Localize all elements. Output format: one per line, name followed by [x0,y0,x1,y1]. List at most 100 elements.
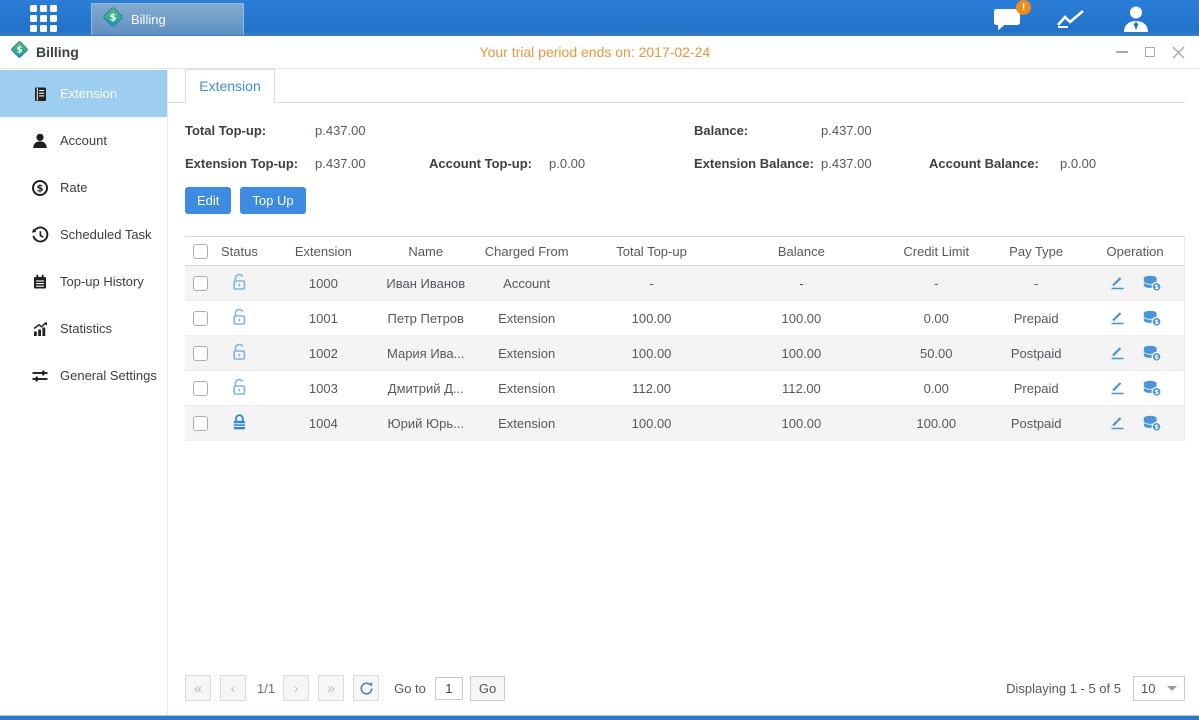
row-checkbox[interactable] [193,346,208,361]
sliders-icon [31,367,49,385]
topup-coins-icon[interactable]: $ [1142,309,1162,327]
cell-pay-type: Postpaid [986,416,1086,431]
cell-extension: 1000 [262,276,385,291]
svg-text:$: $ [1154,388,1159,396]
minimize-icon[interactable] [1115,45,1129,59]
edit-icon[interactable] [1109,309,1126,327]
summary-value: p.0.00 [1060,156,1185,171]
sidebar-item-account[interactable]: Account [0,117,167,164]
row-checkbox[interactable] [193,311,208,326]
maximize-icon[interactable] [1143,45,1157,59]
go-to-input[interactable] [435,677,463,700]
table-row[interactable]: 1003 Дмитрий Д... Extension 112.00 112.0… [185,371,1184,406]
cell-name: Юрий Юрь... [385,416,467,431]
taskbar-tab-billing[interactable]: $ Billing [91,3,244,35]
topup-coins-icon[interactable]: $ [1142,344,1162,362]
page-indicator: 1/1 [257,681,275,696]
window-title: Billing [36,44,79,60]
sidebar-item-extension[interactable]: Extension [0,70,167,117]
next-page-icon[interactable]: › [283,675,309,701]
sidebar-item-rate[interactable]: $ Rate [0,164,167,211]
cell-charged-from: Extension [467,346,587,361]
sidebar-item-label: Scheduled Task [60,227,152,242]
sidebar-item-label: Top-up History [60,274,144,289]
topup-coins-icon[interactable]: $ [1142,414,1162,432]
edit-icon[interactable] [1109,344,1126,362]
summary-value: p.437.00 [821,123,929,138]
tab-strip: Extension [168,69,1185,103]
summary-value: p.437.00 [315,123,429,138]
app-grid-icon[interactable] [30,5,57,32]
svg-text:$: $ [16,46,22,56]
page-size-select[interactable]: 10 [1133,676,1185,701]
statistics-chart-icon[interactable] [1055,6,1089,31]
cell-total-topup: - [587,276,717,291]
cell-balance: 100.00 [716,346,886,361]
lock-status-icon[interactable] [231,378,248,396]
row-checkbox[interactable] [193,276,208,291]
history-clock-icon [31,226,49,244]
row-checkbox[interactable] [193,381,208,396]
sidebar-item-statistics[interactable]: Statistics [0,305,167,352]
cell-charged-from: Extension [467,311,587,326]
cell-credit-limit: 0.00 [886,381,986,396]
table-row[interactable]: 1000 Иван Иванов Account - - - - $ [185,266,1184,301]
lock-status-icon[interactable] [231,273,248,291]
lock-status-icon[interactable] [231,343,248,361]
row-checkbox[interactable] [193,416,208,431]
sidebar-item-label: General Settings [60,368,157,383]
cell-total-topup: 112.00 [587,381,717,396]
lock-status-icon[interactable] [231,413,248,431]
pagination-bar: « ‹ 1/1 › » Go to Go Displaying 1 - 5 of… [185,675,1185,701]
first-page-icon[interactable]: « [185,675,211,701]
user-account-icon[interactable] [1121,5,1151,32]
col-status: Status [217,244,262,259]
cell-credit-limit: 100.00 [886,416,986,431]
topup-coins-icon[interactable]: $ [1142,274,1162,292]
refresh-icon[interactable] [353,675,379,701]
topup-coins-icon[interactable]: $ [1142,379,1162,397]
last-page-icon[interactable]: » [318,675,344,701]
billing-diamond-icon: $ [102,6,124,33]
col-credit-limit: Credit Limit [886,244,986,259]
svg-text:$: $ [1154,283,1159,291]
table-row[interactable]: 1001 Петр Петров Extension 100.00 100.00… [185,301,1184,336]
prev-page-icon[interactable]: ‹ [220,675,246,701]
sidebar-item-label: Extension [60,86,117,101]
edit-icon[interactable] [1109,379,1126,397]
close-icon[interactable] [1171,45,1185,59]
tab-extension[interactable]: Extension [185,69,275,103]
cell-extension: 1001 [262,311,385,326]
cell-total-topup: 100.00 [587,416,717,431]
edit-icon[interactable] [1109,274,1126,292]
cell-extension: 1002 [262,346,385,361]
messages-icon[interactable]: ! [993,6,1023,31]
cell-charged-from: Extension [467,416,587,431]
edit-icon[interactable] [1109,414,1126,432]
svg-text:$: $ [1154,353,1159,361]
summary-value: p.0.00 [549,156,694,171]
sidebar-item-scheduled-task[interactable]: Scheduled Task [0,211,167,258]
main-panel: Extension Total Top-up: p.437.00 Balance… [168,69,1199,715]
col-operation: Operation [1086,244,1184,259]
sidebar-item-topup-history[interactable]: Top-up History [0,258,167,305]
trial-notice: Your trial period ends on: 2017-02-24 [480,44,711,60]
table-row[interactable]: 1004 Юрий Юрь... Extension 100.00 100.00… [185,406,1184,441]
cell-balance: 112.00 [716,381,886,396]
summary-label: Account Top-up: [429,156,549,171]
chevron-down-icon [1167,686,1177,691]
edit-button[interactable]: Edit [185,187,231,214]
cell-name: Петр Петров [385,311,467,326]
ledger-icon [31,273,49,291]
select-all-checkbox[interactable] [193,244,208,259]
go-button[interactable]: Go [470,676,505,701]
summary-value: p.437.00 [315,156,429,171]
sidebar-item-general-settings[interactable]: General Settings [0,352,167,399]
notebook-icon [31,85,49,103]
lock-status-icon[interactable] [231,308,248,326]
summary-label: Extension Top-up: [185,156,315,171]
table-row[interactable]: 1002 Мария Ива... Extension 100.00 100.0… [185,336,1184,371]
top-up-button[interactable]: Top Up [240,187,305,214]
displaying-text: Displaying 1 - 5 of 5 [1006,681,1121,696]
summary-label: Extension Balance: [694,156,821,171]
